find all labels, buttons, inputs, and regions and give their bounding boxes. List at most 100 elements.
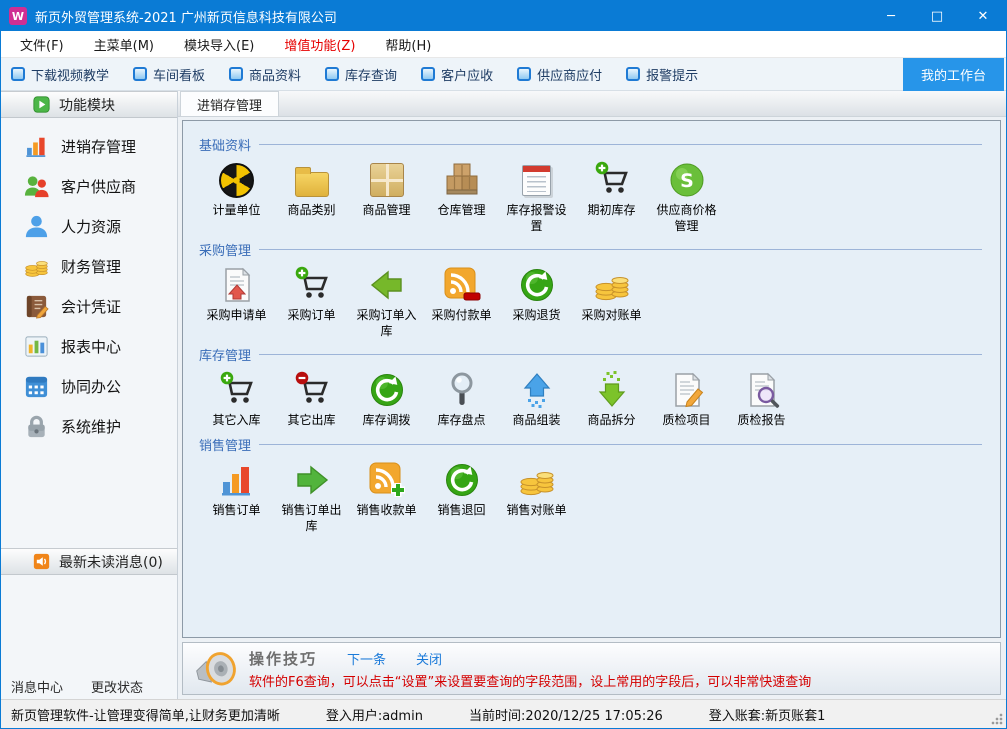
module-shortcut[interactable]: 库存报警设置 [499,159,574,234]
module-shortcut-label: 其它入库 [212,413,260,429]
toolbar-item[interactable]: 车间看板 [133,65,205,84]
sidebar-item[interactable]: 系统维护 [1,406,177,446]
menu-item[interactable]: 增值功能(Z) [269,31,370,58]
menu-item[interactable]: 帮助(H) [370,31,446,58]
sidebar-unread-messages-bar[interactable]: 最新未读消息(0) [1,548,177,575]
sidebar-item-label: 进销存管理 [61,136,136,157]
speaker-icon [33,553,50,570]
sidebar-header-function-modules[interactable]: 功能模块 [1,91,177,118]
module-shortcut[interactable]: 库存调拨 [349,369,424,429]
sidebar-item[interactable]: 客户供应商 [1,166,177,206]
close-tip-link[interactable]: 关闭 [416,649,442,668]
section-divider [259,354,982,355]
module-shortcut-label: 销售订单出库 [280,503,344,534]
doc-arrow-icon [216,264,258,306]
section-divider [259,444,982,445]
menu-item[interactable]: 主菜单(M) [79,31,169,58]
sidebar-item[interactable]: 人力资源 [1,206,177,246]
module-shortcut-label: 商品类别 [287,203,335,219]
module-section: 基础资料计量单位商品类别商品管理仓库管理库存报警设置期初库存S供应商价格管理 [199,135,990,234]
window-title: 新页外贸管理系统-2021 广州新页信息科技有限公司 [35,7,337,26]
folder-icon [291,159,333,201]
toolbar-item-label: 客户应收 [441,65,493,84]
tab-strip: 进销存管理 [178,91,1006,117]
message-center-link[interactable]: 消息中心 [11,677,63,696]
module-shortcut[interactable]: 销售收款单 [349,459,424,534]
toolbar-item[interactable]: 库存查询 [325,65,397,84]
module-shortcut[interactable]: 期初库存 [574,159,649,234]
tab-inventory-management[interactable]: 进销存管理 [180,91,279,116]
module-shortcut[interactable]: 销售订单 [199,459,274,534]
toolbar-item-label: 下载视频教学 [31,65,109,84]
minimize-button[interactable]: ─ [868,1,914,31]
module-section: 采购管理采购申请单采购订单采购订单入库采购付款单采购退货采购对账单 [199,240,990,339]
doc-pencil-icon [666,369,708,411]
module-shortcut[interactable]: 商品类别 [274,159,349,234]
blue-check-icon [421,67,435,81]
resize-grip[interactable] [991,713,1003,725]
module-shortcut-label: 采购订单入库 [355,308,419,339]
module-shortcut[interactable]: 质检报告 [724,369,799,429]
megaphone-icon [193,646,239,692]
toolbar-item-label: 商品资料 [249,65,301,84]
module-shortcut[interactable]: 采购付款单 [424,264,499,339]
module-shortcut[interactable]: 仓库管理 [424,159,499,234]
section-title: 销售管理 [199,435,251,454]
sidebar-footer: 消息中心 更改状态 [1,673,177,699]
toolbar-item[interactable]: 商品资料 [229,65,301,84]
module-shortcut[interactable]: 其它出库 [274,369,349,429]
app-logo-icon: W [9,7,27,25]
maximize-button[interactable]: □ [914,1,960,31]
cart-plus-icon [291,264,333,306]
module-shortcut-label: 采购退货 [512,308,560,324]
module-shortcut[interactable]: 商品管理 [349,159,424,234]
section-divider [259,144,982,145]
module-shortcut[interactable]: 销售订单出库 [274,459,349,534]
module-shortcut[interactable]: 计量单位 [199,159,274,234]
sidebar-item[interactable]: 进销存管理 [1,126,177,166]
my-workbench-button[interactable]: 我的工作台 [903,58,1004,91]
module-shortcut[interactable]: 销售退回 [424,459,499,534]
toolbar-item[interactable]: 下载视频教学 [11,65,109,84]
module-shortcut[interactable]: 采购退货 [499,264,574,339]
module-shortcut[interactable]: 其它入库 [199,369,274,429]
sidebar-item[interactable]: 会计凭证 [1,286,177,326]
module-shortcut[interactable]: 采购订单入库 [349,264,424,339]
module-shortcut[interactable]: 采购对账单 [574,264,649,339]
section-title: 采购管理 [199,240,251,259]
toolbar-item[interactable]: 客户应收 [421,65,493,84]
next-tip-link[interactable]: 下一条 [347,649,386,668]
people-icon [23,173,50,200]
status-login-account: 登入账套:新页账套1 [709,705,826,724]
module-shortcut[interactable]: 库存盘点 [424,369,499,429]
menu-bar: 文件(F)主菜单(M)模块导入(E)增值功能(Z)帮助(H) [1,31,1006,58]
coins-icon [591,264,633,306]
menu-item[interactable]: 文件(F) [5,31,79,58]
app-window: W 新页外贸管理系统-2021 广州新页信息科技有限公司 ─ □ ✕ 文件(F)… [0,0,1007,729]
sidebar-item[interactable]: 报表中心 [1,326,177,366]
lock-icon [23,413,50,440]
module-shortcut-label: 销售订单 [212,503,260,519]
module-shortcut[interactable]: 销售对账单 [499,459,574,534]
sidebar-item-label: 会计凭证 [61,296,121,317]
change-status-link[interactable]: 更改状态 [91,677,143,696]
sidebar-item[interactable]: 协同办公 [1,366,177,406]
module-shortcut[interactable]: 质检项目 [649,369,724,429]
close-button[interactable]: ✕ [960,1,1006,31]
module-shortcut[interactable]: S供应商价格管理 [649,159,724,234]
module-shortcut[interactable]: 商品拆分 [574,369,649,429]
module-shortcut[interactable]: 商品组装 [499,369,574,429]
module-shortcut-label: 库存调拨 [362,413,410,429]
toolbar-item[interactable]: 供应商应付 [517,65,602,84]
book-icon [23,293,50,320]
toolbar-item[interactable]: 报警提示 [626,65,698,84]
module-shortcut[interactable]: 采购订单 [274,264,349,339]
sidebar-item[interactable]: 财务管理 [1,246,177,286]
module-shortcut-label: 库存盘点 [437,413,485,429]
section-header: 库存管理 [199,345,990,364]
main-area: 进销存管理 基础资料计量单位商品类别商品管理仓库管理库存报警设置期初库存S供应商… [178,91,1006,699]
doc-search-icon [741,369,783,411]
menu-item[interactable]: 模块导入(E) [169,31,269,58]
module-shortcut[interactable]: 采购申请单 [199,264,274,339]
unread-messages-label: 最新未读消息(0) [59,552,163,572]
